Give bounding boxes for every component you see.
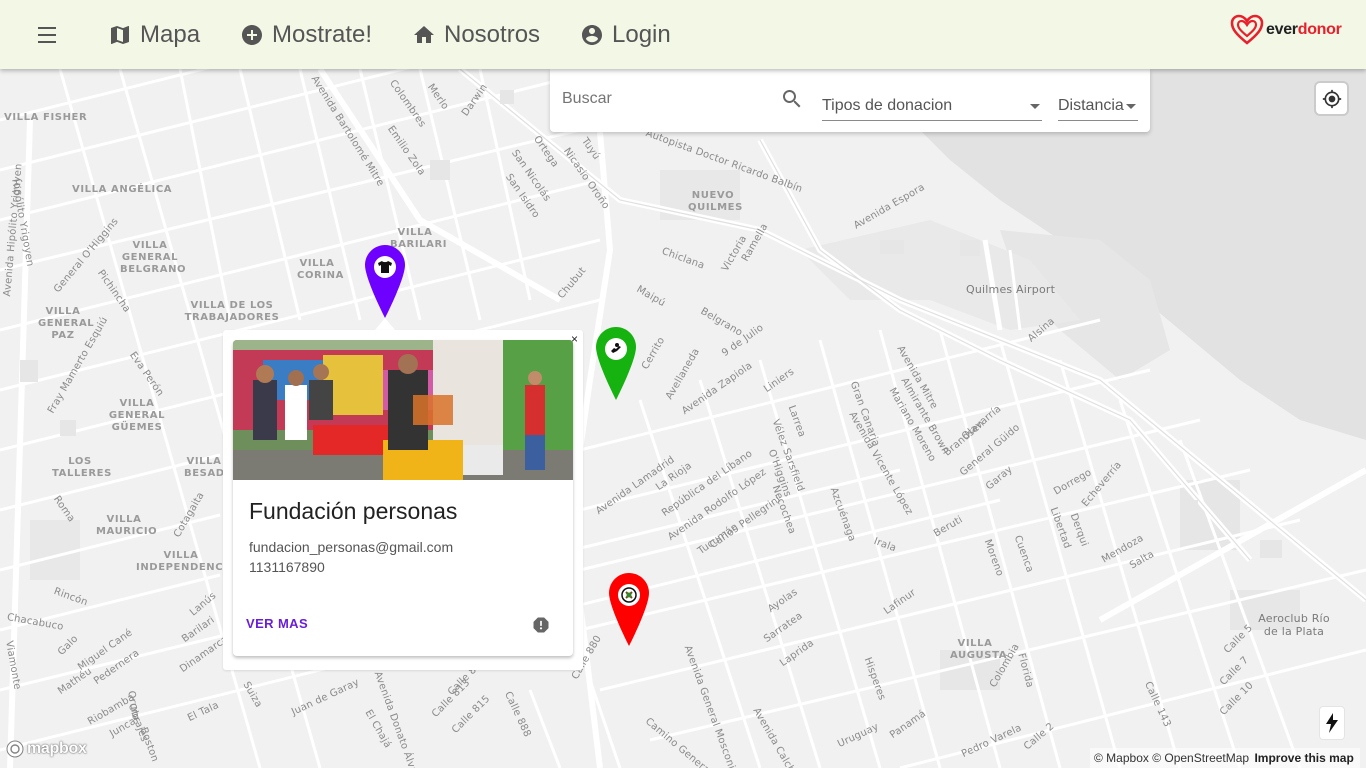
improve-map-link[interactable]: Improve this map <box>1254 751 1353 765</box>
nav-label-nosotros: Nosotros <box>444 21 541 48</box>
distance-select[interactable]: Distancia <box>1058 93 1138 121</box>
geolocate-icon <box>1322 89 1341 108</box>
poi-label-aeroclub: Aeroclub Río de la Plata <box>1258 612 1330 638</box>
organization-phone: 1131167890 <box>249 559 325 575</box>
area-label-villa-augusta: VILLA AUGUSTA <box>950 638 1008 661</box>
search-panel: Tipos de donacion Distancia <box>550 69 1150 132</box>
organization-name: Fundación personas <box>249 498 458 524</box>
add-circle-icon <box>242 25 262 45</box>
logo-text-ever: ever <box>1266 21 1298 38</box>
area-label-villa-general-belgrano: VILLA GENERAL BELGRANO <box>120 240 187 275</box>
distance-label: Distancia <box>1058 97 1124 114</box>
map-attribution: © Mapbox © OpenStreetMap Improve this ma… <box>1090 748 1360 768</box>
search-input[interactable] <box>562 87 772 111</box>
logo-text-donor: donor <box>1297 21 1342 38</box>
area-label-villa-corina: VILLA CORINA <box>297 258 344 281</box>
area-label-villa-besad: VILLA BESAD <box>184 456 225 479</box>
nav-label-login: Login <box>612 21 671 48</box>
nav-item-mapa[interactable]: Mapa <box>108 18 200 52</box>
lightning-bolt-button[interactable] <box>1320 707 1344 739</box>
hearts-logo-icon <box>1230 14 1264 45</box>
report-icon[interactable] <box>531 615 551 635</box>
account-circle-icon <box>582 25 602 45</box>
ver-mas-button[interactable]: VER MAS <box>246 616 308 631</box>
area-label-los-talleres: LOS TALLERES <box>52 456 112 479</box>
area-label-villa-fisher: VILLA FISHER <box>4 112 88 123</box>
app-header: Mapa Mostrate! Nosotros Login everdonor <box>0 0 1366 69</box>
nav-item-login[interactable]: Login <box>580 18 671 52</box>
mapbox-logo-text: mapbox <box>27 740 87 757</box>
hamburger-menu-icon[interactable] <box>34 22 62 48</box>
mapbox-logo[interactable]: mapbox <box>6 740 87 758</box>
area-label-villa-general-guemes: VILLA GENERAL GÜEMES <box>108 398 166 433</box>
organization-email: fundacion_personas@gmail.com <box>249 539 454 555</box>
tshirt-icon <box>374 256 396 278</box>
hand-icon <box>605 338 627 360</box>
area-label-nuevo-quilmes: NUEVO QUILMES <box>688 190 743 213</box>
donation-type-label: Tipos de donacion <box>822 97 953 114</box>
food-icon <box>618 584 640 606</box>
map-icon <box>111 26 129 44</box>
home-icon <box>414 26 434 43</box>
marker-red[interactable] <box>608 572 650 648</box>
marker-purple[interactable] <box>364 244 406 320</box>
nav-item-mostrate[interactable]: Mostrate! <box>240 18 372 52</box>
area-label-villa-mauricio: VILLA MAURICIO <box>96 514 158 537</box>
area-label-villa-de-los-trabajadores: VILLA DE LOS TRABAJADORES <box>184 300 280 323</box>
chevron-down-icon <box>1030 104 1040 109</box>
mapbox-logo-icon <box>6 740 24 758</box>
chevron-down-icon <box>1126 104 1136 109</box>
donation-type-select[interactable]: Tipos de donacion <box>822 93 1042 121</box>
marker-popup: × Fundación personas fundacion_personas@… <box>223 330 583 670</box>
nav-label-mapa: Mapa <box>140 21 201 48</box>
nav-label-mostrate: Mostrate! <box>272 21 373 48</box>
everdonor-logo[interactable]: everdonor <box>1230 14 1342 46</box>
organization-photo <box>233 340 573 480</box>
organization-card: Fundación personas fundacion_personas@gm… <box>233 340 573 656</box>
geolocate-button[interactable] <box>1316 83 1347 114</box>
lightning-bolt-icon <box>1326 713 1338 733</box>
area-label-villa-independencia: VILLA INDEPENDENCIA <box>136 550 236 573</box>
area-label-villa-general-paz: VILLA GENERAL PAZ <box>38 306 95 341</box>
popup-tip <box>375 318 395 330</box>
marker-green[interactable] <box>595 326 637 402</box>
area-label-villa-angelica: VILLA ANGÉLICA <box>72 184 173 195</box>
attribution-text[interactable]: © Mapbox © OpenStreetMap <box>1094 751 1249 765</box>
poi-label-quilmes-airport: Quilmes Airport <box>966 283 1056 296</box>
nav-item-nosotros[interactable]: Nosotros <box>412 18 540 52</box>
search-icon[interactable] <box>780 87 804 111</box>
